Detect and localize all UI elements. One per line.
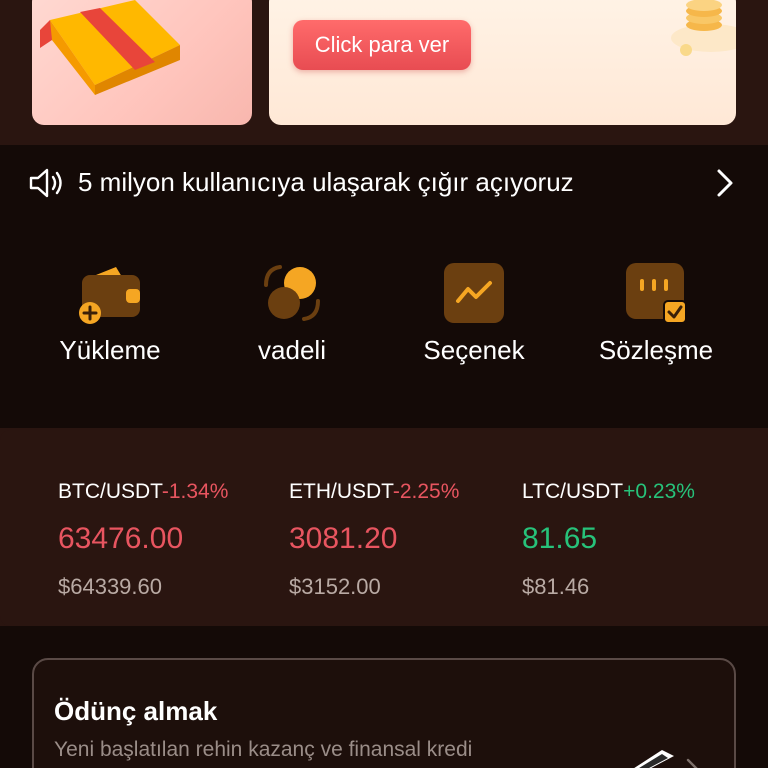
ticker-ltc[interactable]: LTC/USDT+0.23% 81.65 $81.46: [522, 480, 695, 600]
ticker-price: 63476.00: [58, 522, 184, 555]
section-divider: [0, 626, 768, 646]
loan-subtitle: Yeni başlatılan rehin kazanç ve finansal…: [54, 738, 473, 761]
action-label: Sözleşme: [598, 335, 714, 365]
action-deposit[interactable]: Yükleme: [30, 261, 190, 366]
contract-check-icon: [624, 261, 688, 325]
ticker-price: 3081.20: [289, 522, 398, 555]
ticker-price: 81.65: [522, 522, 598, 555]
ticker-change: +0.23%: [623, 480, 695, 503]
ticker-usd-price: $64339.60: [58, 574, 162, 599]
announcement-text: 5 milyon kullanıcıya ulaşarak çığır açıy…: [78, 167, 574, 197]
trend-chart-icon: [442, 261, 506, 325]
speaker-icon: [29, 168, 62, 198]
ticker-change: -1.34%: [161, 480, 229, 503]
coins-icon: [671, 0, 736, 56]
promo-banner[interactable]: Click para ver: [269, 0, 736, 125]
ticker-btc[interactable]: BTC/USDT-1.34% 63476.00 $64339.60: [58, 480, 228, 600]
loan-card[interactable]: Ödünç almak Yeni başlatılan rehin kazanç…: [32, 658, 736, 768]
action-contract[interactable]: Sözleşme: [576, 261, 736, 366]
market-ticker: BTC/USDT-1.34% 63476.00 $64339.60 ETH/US…: [0, 430, 768, 626]
quick-actions: Yükleme vadeli Seçenek Sözleşme: [0, 223, 768, 428]
ticker-pair: BTC/USDT: [58, 480, 162, 503]
action-label: Seçenek: [423, 335, 525, 365]
cards-illustration-icon: [634, 750, 674, 768]
ticker-usd-price: $3152.00: [289, 574, 381, 599]
action-label: Yükleme: [59, 335, 161, 365]
futures-swap-icon: [260, 261, 324, 325]
ticker-pair: LTC/USDT: [522, 480, 624, 503]
lower-section: Ödünç almak Yeni başlatılan rehin kazanç…: [0, 646, 768, 768]
action-label: vadeli: [258, 335, 326, 365]
ticker-pair: ETH/USDT: [289, 480, 393, 503]
gift-banner[interactable]: [32, 0, 252, 125]
action-options[interactable]: Seçenek: [394, 261, 554, 366]
gift-box-icon: [40, 0, 180, 95]
ticker-change: -2.25%: [392, 480, 460, 503]
loan-title: Ödünç almak: [54, 696, 218, 726]
ticker-usd-price: $81.46: [522, 574, 590, 599]
click-to-view-button[interactable]: Click para ver: [293, 20, 471, 70]
action-futures[interactable]: vadeli: [212, 261, 372, 366]
promo-banner-carousel[interactable]: Click para ver: [0, 0, 768, 145]
chevron-right-icon[interactable]: [682, 758, 704, 768]
chevron-right-icon[interactable]: [712, 167, 738, 199]
ticker-eth[interactable]: ETH/USDT-2.25% 3081.20 $3152.00: [289, 480, 459, 600]
announcement-bar[interactable]: 5 milyon kullanıcıya ulaşarak çığır açıy…: [0, 145, 768, 223]
wallet-add-icon: [78, 261, 142, 325]
